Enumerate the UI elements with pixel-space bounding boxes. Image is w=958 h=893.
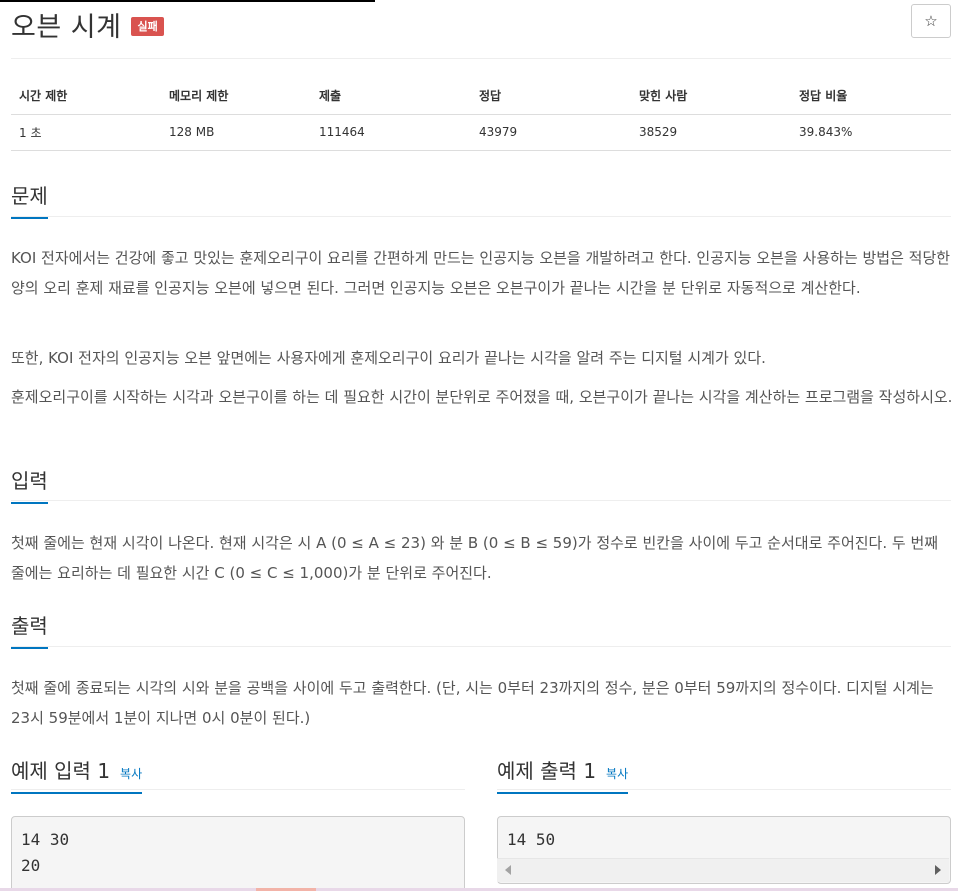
strip-segment [256,888,316,891]
header-accept-ratio: 정답 비율 [791,78,951,115]
favorite-button[interactable]: ☆ [911,4,951,38]
status-badge: 실패 [131,16,164,36]
header-memory-limit: 메모리 제한 [161,78,311,115]
sample-output-scrollbar[interactable] [497,858,949,882]
description-paragraph-1: KOI 전자에서는 건강에 좋고 맛있는 훈제오리구이 요리를 간편하게 만드는… [11,249,951,297]
input-paragraph: 첫째 줄에는 현재 시각이 나온다. 현재 시각은 시 A (0 ≤ A ≤ 2… [11,534,939,582]
sample-input-box[interactable]: 14 30 20 [11,816,465,893]
description-paragraph-3: 훈제오리구이를 시작하는 시각과 오븐구이를 하는 데 필요한 시간이 분단위로… [11,388,953,406]
input-heading: 입력 [11,465,48,504]
value-memory-limit: 128 MB [161,114,311,151]
header-accepted: 정답 [471,78,631,115]
page-title: 오븐 시계 [11,11,122,43]
strip-segment [0,888,256,891]
value-accepted: 43979 [471,114,631,151]
output-rule [11,646,951,647]
top-border-line [0,0,375,2]
header-time-limit: 시간 제한 [11,78,161,115]
header-solved-users: 맞힌 사람 [631,78,791,115]
value-accept-ratio: 39.843% [791,114,951,151]
problem-info-table: 시간 제한 메모리 제한 제출 정답 맞힌 사람 정답 비율 1 초 128 M… [11,78,951,151]
info-header-row: 시간 제한 메모리 제한 제출 정답 맞힌 사람 정답 비율 [11,78,951,115]
bottom-edge-strip [0,888,958,893]
copy-sample-output-link[interactable]: 복사 [606,765,628,782]
description-rule [11,216,951,217]
star-icon: ☆ [924,12,938,30]
title-row: 오븐 시계 실패 [11,4,164,44]
strip-segment [316,888,958,891]
sample-output-header: 예제 출력 1 복사 [497,755,629,794]
scroll-left-arrow-icon[interactable] [505,865,511,875]
output-heading: 출력 [11,610,48,649]
output-paragraph: 첫째 줄에 종료되는 시각의 시와 분을 공백을 사이에 두고 출력한다. (단… [11,679,934,727]
copy-sample-input-link[interactable]: 복사 [120,765,142,782]
input-rule [11,500,951,501]
description-paragraph-2: 또한, KOI 전자의 인공지능 오븐 앞면에는 사용자에게 훈제오리구이 요리… [11,349,766,367]
sample-input-header: 예제 입력 1 복사 [11,755,143,794]
value-submissions: 111464 [311,114,471,151]
description-heading: 문제 [11,180,48,219]
value-time-limit: 1 초 [11,114,161,151]
title-divider [11,58,951,59]
value-solved-users: 38529 [631,114,791,151]
sample-input-title: 예제 입력 1 [11,759,111,783]
scroll-right-arrow-icon[interactable] [935,865,941,875]
sample-output-title: 예제 출력 1 [497,759,597,783]
header-submissions: 제출 [311,78,471,115]
info-value-row: 1 초 128 MB 111464 43979 38529 39.843% [11,114,951,151]
